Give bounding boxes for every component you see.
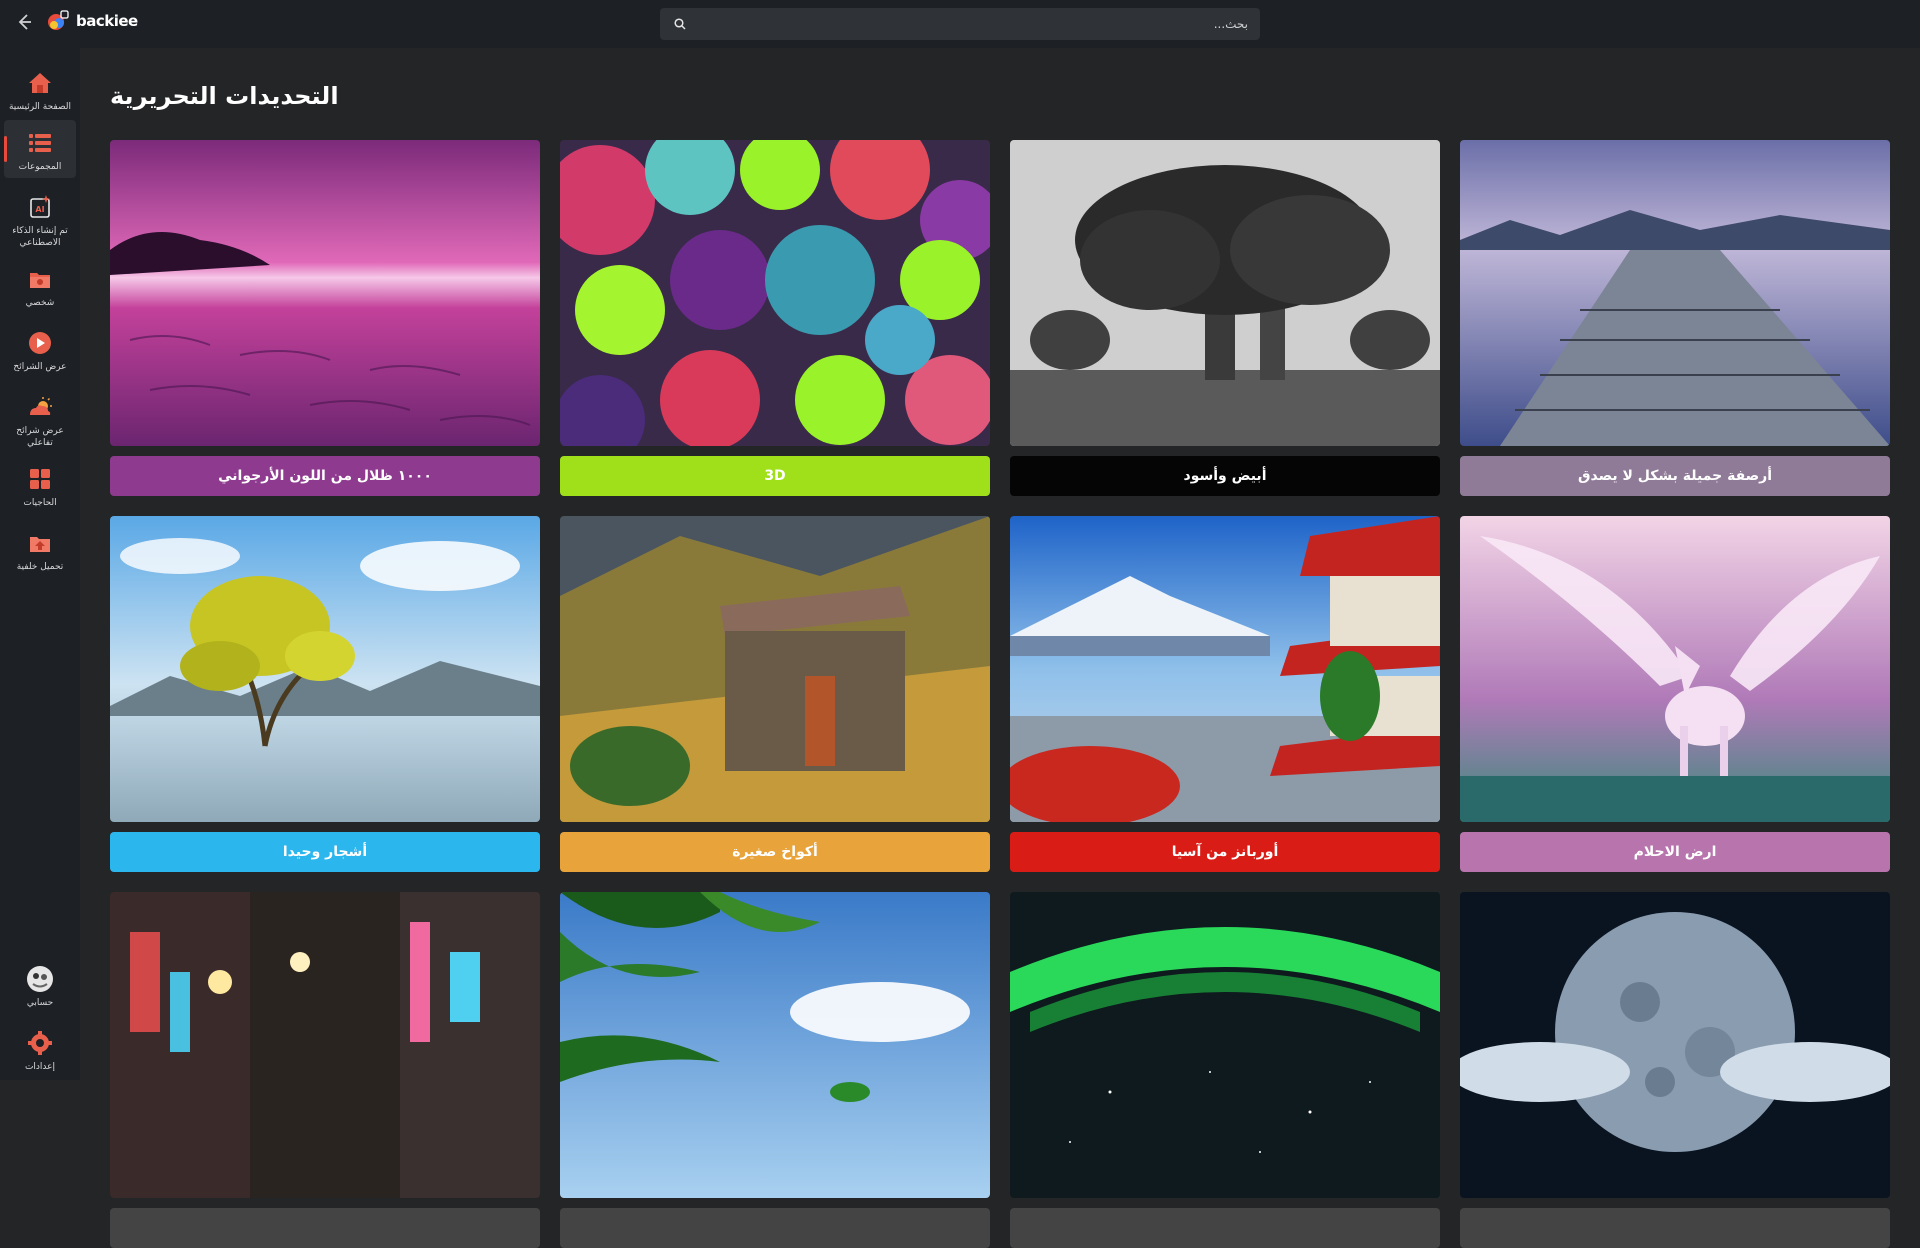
- collection-thumbnail[interactable]: [110, 516, 540, 822]
- sidebar-item-label: حسابي: [26, 998, 54, 1008]
- collection-card[interactable]: [1010, 892, 1440, 1248]
- collection-label[interactable]: ارض الاحلام: [1460, 832, 1890, 872]
- collection-card[interactable]: أبيض وأسود: [1010, 140, 1440, 496]
- search-input[interactable]: [688, 17, 1248, 31]
- logo-text: backiee: [76, 12, 138, 30]
- avatar: [25, 964, 55, 994]
- sidebar: الصفحة الرئيسية المجموعات AI تم إنشاء ال…: [0, 48, 80, 1080]
- upload-wallpaper-icon: [25, 528, 55, 558]
- backiee-logo-icon: [48, 10, 69, 30]
- collection-label[interactable]: [1010, 1208, 1440, 1248]
- main-content: التحديدات التحريرية ١٠٠٠ ظلال من اللون ا…: [80, 48, 1920, 1248]
- collection-label[interactable]: [110, 1208, 540, 1248]
- collection-thumbnail[interactable]: [1460, 892, 1890, 1198]
- sidebar-item-label: شخصي: [25, 298, 55, 308]
- sidebar-item-label: تم إنشاء الذكاء الاصطناعي: [12, 226, 68, 248]
- slideshow-icon: [25, 328, 55, 358]
- collections-icon: [25, 128, 55, 158]
- personal-folder-icon: [25, 264, 55, 294]
- sidebar-item-widgets[interactable]: الحاجيات: [4, 456, 76, 512]
- collection-thumbnail[interactable]: [1010, 892, 1440, 1198]
- app-logo[interactable]: backiee: [46, 9, 138, 33]
- collection-card[interactable]: أوربانز من آسيا: [1010, 516, 1440, 872]
- collection-thumbnail[interactable]: [1460, 140, 1890, 446]
- sidebar-item-label: المجموعات: [18, 162, 62, 172]
- sidebar-item-label: عرض الشرائح: [13, 362, 67, 372]
- collection-label[interactable]: أبيض وأسود: [1010, 456, 1440, 496]
- sidebar-item-slideshow[interactable]: عرض الشرائح: [4, 320, 76, 376]
- sidebar-item-settings[interactable]: إعدادات: [4, 1020, 76, 1076]
- collection-label[interactable]: أكواخ صغيرة: [560, 832, 990, 872]
- collection-card[interactable]: [110, 892, 540, 1248]
- back-button[interactable]: [10, 8, 38, 36]
- ai-generated-icon: AI: [25, 192, 55, 222]
- collection-thumbnail[interactable]: [1010, 516, 1440, 822]
- svg-text:AI: AI: [35, 205, 44, 214]
- collection-card[interactable]: [560, 892, 990, 1248]
- back-arrow-icon: [18, 14, 31, 30]
- collection-card[interactable]: ١٠٠٠ ظلال من اللون الأرجواني: [110, 140, 540, 496]
- sidebar-item-label: عرض شرائح تفاعلي: [16, 426, 64, 448]
- sidebar-item-label: إعدادات: [24, 1062, 56, 1072]
- sidebar-item-personal[interactable]: شخصي: [4, 256, 76, 312]
- collection-card[interactable]: أرصفة جميلة بشكل لا يصدق: [1460, 140, 1890, 496]
- sidebar-item-collections[interactable]: المجموعات: [4, 120, 76, 178]
- active-indicator: [4, 136, 7, 162]
- widgets-icon: [25, 464, 55, 494]
- sidebar-item-ai-generated[interactable]: AI تم إنشاء الذكاء الاصطناعي: [4, 184, 76, 250]
- collection-thumbnail[interactable]: [560, 516, 990, 822]
- collection-thumbnail[interactable]: [110, 892, 540, 1198]
- search-icon[interactable]: [672, 16, 688, 32]
- sidebar-item-interactive-slideshow[interactable]: عرض شرائح تفاعلي: [4, 384, 76, 450]
- collection-card[interactable]: ارض الاحلام: [1460, 516, 1890, 872]
- gear-icon: [25, 1028, 55, 1058]
- collection-thumbnail[interactable]: [1460, 516, 1890, 822]
- collection-label[interactable]: [1460, 1208, 1890, 1248]
- home-icon: [25, 68, 55, 98]
- page-title: التحديدات التحريرية: [110, 82, 339, 110]
- collection-card[interactable]: 3D: [560, 140, 990, 496]
- collection-label[interactable]: أشجار وحيدا: [110, 832, 540, 872]
- sidebar-item-account[interactable]: حسابي: [4, 956, 76, 1012]
- sidebar-item-upload[interactable]: تحميل خلفية: [4, 520, 76, 576]
- interactive-slideshow-icon: [25, 392, 55, 422]
- collection-thumbnail[interactable]: [560, 140, 990, 446]
- sidebar-item-label: الصفحة الرئيسية: [8, 102, 72, 112]
- collection-thumbnail[interactable]: [110, 140, 540, 446]
- collection-thumbnail[interactable]: [1010, 140, 1440, 446]
- top-bar: backiee: [0, 0, 1920, 48]
- collection-label[interactable]: أوربانز من آسيا: [1010, 832, 1440, 872]
- sidebar-item-home[interactable]: الصفحة الرئيسية: [4, 60, 76, 118]
- sidebar-item-label: تحميل خلفية: [16, 562, 64, 572]
- collection-label[interactable]: أرصفة جميلة بشكل لا يصدق: [1460, 456, 1890, 496]
- collection-label[interactable]: [560, 1208, 990, 1248]
- collection-card[interactable]: أشجار وحيدا: [110, 516, 540, 872]
- collection-card[interactable]: أكواخ صغيرة: [560, 516, 990, 872]
- collection-label[interactable]: 3D: [560, 456, 990, 496]
- collection-card[interactable]: [1460, 892, 1890, 1248]
- collection-thumbnail[interactable]: [560, 892, 990, 1198]
- collection-label[interactable]: ١٠٠٠ ظلال من اللون الأرجواني: [110, 456, 540, 496]
- sidebar-item-label: الحاجيات: [23, 498, 57, 508]
- search-bar[interactable]: [660, 8, 1260, 40]
